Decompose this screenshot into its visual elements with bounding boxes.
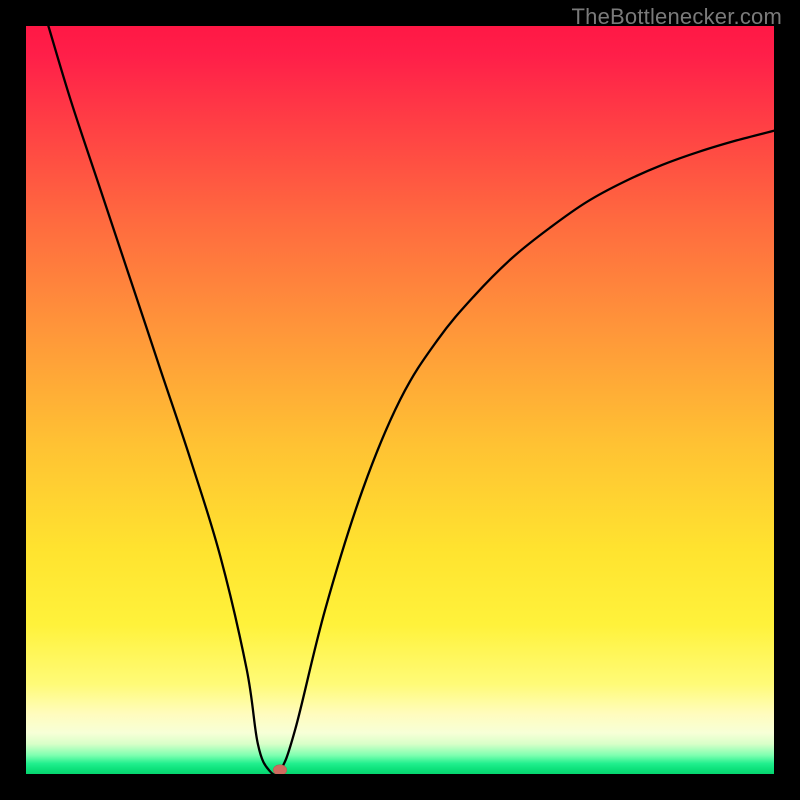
bottleneck-curve-path	[48, 26, 774, 774]
curve-svg	[26, 26, 774, 774]
optimum-marker	[273, 765, 287, 774]
watermark-text: TheBottlenecker.com	[572, 4, 782, 30]
plot-area	[26, 26, 774, 774]
